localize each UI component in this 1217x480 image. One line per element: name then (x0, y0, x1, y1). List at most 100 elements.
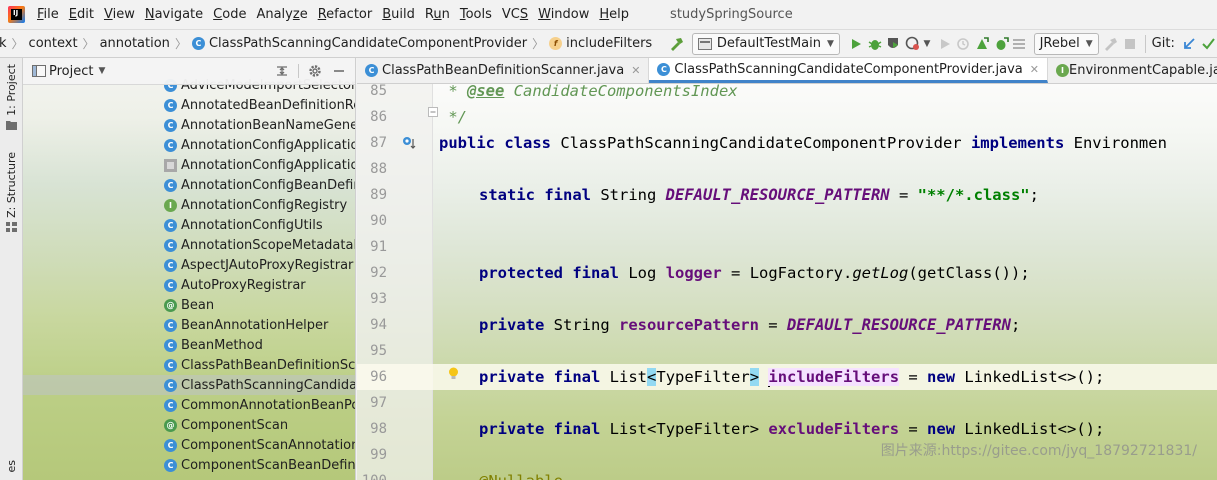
tree-item[interactable]: C AspectJAutoProxyRegistrar (23, 255, 355, 275)
tree-item-label: AspectJAutoProxyRegistrar (181, 257, 354, 273)
menu-code[interactable]: Code (210, 7, 253, 22)
collapse-all-icon[interactable] (275, 64, 289, 78)
line-number: 87 (370, 135, 387, 151)
implements-gutter-icon[interactable] (402, 136, 416, 150)
profile-icon[interactable] (904, 33, 921, 55)
tree-item[interactable]: C ComponentScanAnnotationPars (23, 435, 355, 455)
project-panel-title[interactable]: Project (49, 64, 93, 79)
tree-item[interactable]: C AnnotationConfigApplicationC (23, 135, 355, 155)
vcs-commit-icon[interactable] (1199, 33, 1216, 55)
tree-item[interactable]: AnnotationConfigApplicationC (23, 155, 355, 175)
gear-icon[interactable] (308, 64, 322, 78)
fold-marker-icon[interactable] (428, 107, 438, 117)
tree-item[interactable]: @ ComponentScan (23, 415, 355, 435)
menu-analyze[interactable]: Analyze (253, 7, 314, 22)
breadcrumb-context[interactable]: context 〉 (29, 35, 100, 52)
menu-label: File (37, 7, 59, 22)
keyword: final (553, 420, 601, 438)
menu-help[interactable]: Help (596, 7, 636, 22)
lightbulb-icon[interactable] (448, 367, 459, 381)
tree-item[interactable]: C AnnotationScopeMetadataReso (23, 235, 355, 255)
line-number: 100 (357, 468, 387, 480)
line-number: 97 (370, 395, 387, 411)
project-tree: C AdviceModeImportSelector C AnnotatedBeanD… (23, 75, 355, 475)
menu-label: Build (382, 7, 415, 22)
code-editor[interactable]: 85 * @see CandidateComponentsIndex 86 */… (357, 84, 1217, 480)
constructor-call: LinkedList<>(); (955, 420, 1105, 438)
editor-tab[interactable]: C ClassPathBeanDefinitionScanner.java ✕ (357, 58, 650, 83)
menu-tools[interactable]: Tools (457, 7, 499, 22)
menu-window[interactable]: Window (535, 7, 596, 22)
method-args: (getClass()); (908, 264, 1030, 282)
breadcrumb-partial[interactable]: k 〉 (0, 35, 29, 52)
chevron-down-icon[interactable]: ▼ (922, 33, 931, 55)
tree-item[interactable]: I AnnotationConfigRegistry (23, 195, 355, 215)
tab-bottom-partial[interactable]: es (0, 460, 23, 473)
menu-label: Analyze (256, 7, 308, 22)
tree-item[interactable]: C BeanMethod (23, 335, 355, 355)
jrebel-debug-icon[interactable] (992, 33, 1009, 55)
string-literal: "**/*.class" (917, 186, 1030, 204)
coverage-icon[interactable] (885, 33, 902, 55)
close-icon[interactable]: ✕ (1030, 63, 1039, 76)
tree-item[interactable]: C BeanAnnotationHelper (23, 315, 355, 335)
breadcrumb-annotation[interactable]: annotation 〉 (100, 35, 192, 52)
tree-item[interactable]: C AnnotationBeanNameGenerato (23, 115, 355, 135)
chevron-down-icon[interactable]: ▼ (98, 66, 105, 76)
tree-item-selected[interactable]: C ClassPathScanningCandidateC (23, 375, 355, 395)
minimize-icon[interactable] (333, 65, 345, 77)
keyword: implements (970, 134, 1065, 152)
tree-item-label: BeanAnnotationHelper (181, 317, 329, 333)
menu-view[interactable]: View (101, 7, 142, 22)
tab-structure-tool-window[interactable]: Z: Structure (0, 152, 23, 232)
menu-build[interactable]: Build (379, 7, 422, 22)
field-name: excludeFilters (768, 420, 900, 438)
type-name: > (749, 420, 760, 438)
code-text: * @see CandidateComponentsIndex (439, 84, 737, 104)
implemented-interface: Environmen (1064, 134, 1167, 152)
tree-item[interactable]: C AnnotationConfigBeanDefinitio (23, 175, 355, 195)
jrebel-select[interactable]: JRebel ▼ (1033, 32, 1099, 55)
menu-bar: IJ File Edit View Navigate Code Analyze Refact… (0, 0, 1217, 29)
tree-item[interactable]: C ClassPathBeanDefinitionScann (23, 355, 355, 375)
tab-label: es (5, 460, 18, 473)
tree-item[interactable]: C ComponentScanBeanDefinitio (23, 455, 355, 475)
tree-item[interactable]: C AnnotationConfigUtils (23, 215, 355, 235)
annotation-icon: @ (164, 418, 177, 432)
menu-file[interactable]: File (34, 7, 66, 22)
breadcrumb-field[interactable]: f includeFilters (549, 36, 652, 51)
code-text: private String resourcePattern = DEFAULT… (479, 312, 1020, 338)
list-icon[interactable] (1011, 33, 1028, 55)
build-hammer-icon[interactable] (668, 33, 685, 55)
breadcrumb-class[interactable]: C ClassPathScanningCandidateComponentPro… (191, 35, 549, 52)
editor-tab[interactable]: IEnvironmentCapable.java✕ (1048, 58, 1217, 83)
toolbar-separator (1144, 34, 1146, 53)
tree-item[interactable]: C AutoProxyRegistrar (23, 275, 355, 295)
close-icon[interactable]: ✕ (631, 64, 640, 77)
tree-item[interactable]: C CommonAnnotationBeanPostP (23, 395, 355, 415)
editor-tab-active[interactable]: C ClassPathScanningCandidateComponentProv… (649, 58, 1048, 83)
menu-navigate[interactable]: Navigate (142, 7, 210, 22)
config-icon (697, 37, 712, 50)
toolbar-separator (298, 64, 300, 78)
jrebel-run-icon[interactable] (974, 33, 991, 55)
menu-refactor[interactable]: Refactor (315, 7, 380, 22)
debug-icon[interactable] (867, 33, 884, 55)
keyword: private (479, 368, 545, 386)
menu-run[interactable]: Run (422, 7, 457, 22)
menu-edit[interactable]: Edit (66, 7, 101, 22)
run-icon[interactable] (848, 33, 865, 55)
tree-item[interactable]: @ Bean (23, 295, 355, 315)
breadcrumb-label: context (28, 36, 78, 51)
tree-item[interactable]: C AnnotatedBeanDefinitionReade (23, 95, 355, 115)
run-config-select[interactable]: DefaultTestMain ▼ (691, 32, 840, 55)
code-line: 92 protected final Log logger = LogFacto… (357, 260, 1217, 286)
menu-vcs[interactable]: VCS (499, 7, 535, 22)
menu-label: VCS (501, 7, 529, 22)
tab-project-tool-window[interactable]: 1: Project (0, 64, 23, 130)
vcs-update-icon[interactable] (1181, 33, 1198, 55)
field-name-highlighted: includeFilters (768, 368, 900, 386)
tree-item-label: AnnotationConfigRegistry (181, 197, 348, 213)
line-number: 85 (370, 84, 387, 99)
code-text: private final List<TypeFilter> includeFi… (479, 364, 1104, 390)
